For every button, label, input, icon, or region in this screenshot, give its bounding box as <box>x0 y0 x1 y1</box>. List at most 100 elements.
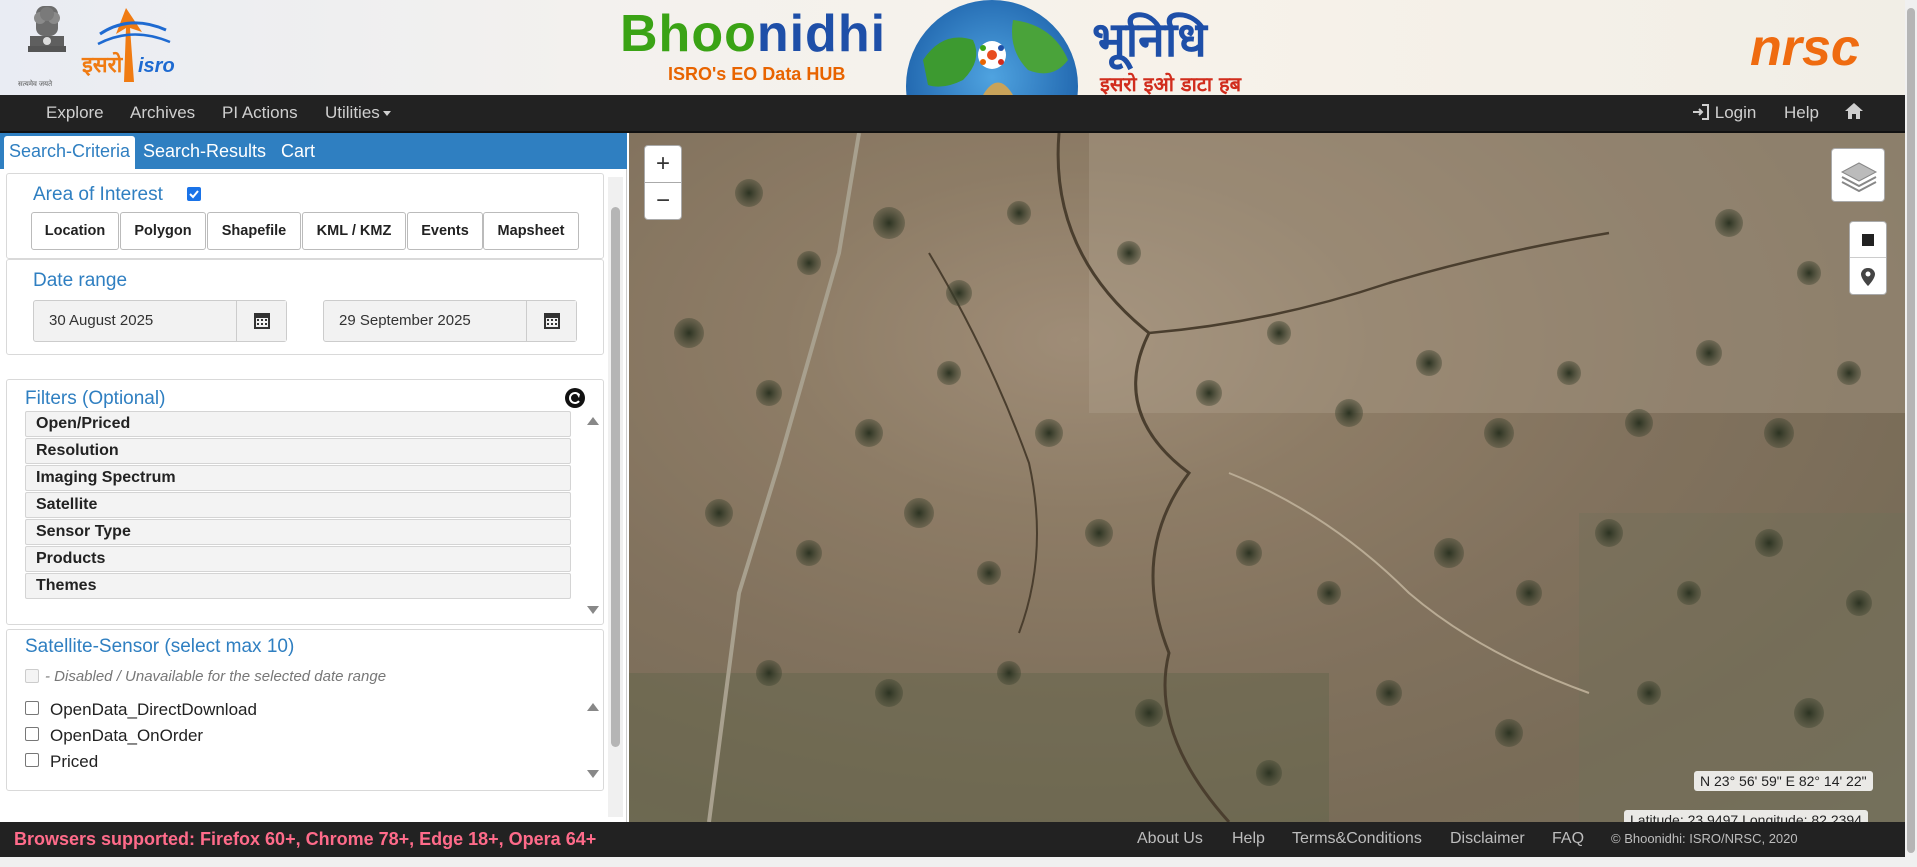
reset-icon <box>569 392 580 404</box>
opendata-directdownload-checkbox[interactable] <box>25 701 39 715</box>
date-from-value: 30 August 2025 <box>49 312 154 329</box>
site-header: सत्यमेव जयते इसरो isro Bhoonidhi ISRO's … <box>0 0 1917 95</box>
filter-imaging-spectrum[interactable]: Imaging Spectrum <box>25 465 571 491</box>
nav-login[interactable]: Login <box>1692 95 1756 131</box>
coordinates-dms: N 23° 56' 59" E 82° 14' 22" <box>1694 771 1873 791</box>
map-pin-icon <box>1861 268 1875 286</box>
draw-toolbar <box>1849 221 1887 295</box>
draw-marker-button[interactable] <box>1850 259 1886 295</box>
filter-satellite[interactable]: Satellite <box>25 492 571 518</box>
nav-login-label: Login <box>1714 103 1757 122</box>
aoi-polygon-button[interactable]: Polygon <box>120 212 206 250</box>
ashoka-emblem-icon <box>28 6 66 52</box>
satellite-imagery <box>629 133 1905 822</box>
aoi-title: Area of Interest <box>33 184 163 205</box>
svg-text:isro: isro <box>138 55 175 77</box>
filter-products[interactable]: Products <box>25 546 571 572</box>
nav-explore[interactable]: Explore <box>46 95 104 131</box>
filter-resolution[interactable]: Resolution <box>25 438 571 464</box>
filter-open-priced[interactable]: Open/Priced <box>25 411 571 437</box>
filters-section: Filters (Optional) Open/Priced Resolutio… <box>6 379 604 625</box>
search-panel: Search-Criteria Search-Results Cart Area… <box>0 133 627 822</box>
home-icon <box>1845 103 1863 119</box>
priced-label[interactable]: Priced <box>50 752 98 772</box>
scroll-up-icon[interactable] <box>587 703 599 711</box>
page-scrollbar-horizontal[interactable] <box>0 857 1905 867</box>
date-to-field[interactable]: 29 September 2025 <box>323 300 577 342</box>
disabled-legend-note: - Disabled / Unavailable for the selecte… <box>45 668 387 685</box>
opendata-directdownload-label[interactable]: OpenData_DirectDownload <box>50 700 257 720</box>
reset-filters-button[interactable] <box>565 388 585 408</box>
filter-sensor-type[interactable]: Sensor Type <box>25 519 571 545</box>
date-from-calendar-button[interactable] <box>236 301 286 341</box>
satellite-sensor-title: Satellite-Sensor (select max 10) <box>25 636 295 657</box>
login-icon <box>1693 104 1709 120</box>
aoi-shapefile-button[interactable]: Shapefile <box>207 212 301 250</box>
date-to-value: 29 September 2025 <box>339 312 471 329</box>
brand-logo: Bhoonidhi <box>620 4 886 64</box>
filters-title: Filters (Optional) <box>25 388 166 409</box>
nrsc-logo: nrsc <box>1750 19 1860 77</box>
date-range-section: Date range 30 August 2025 29 September 2… <box>6 259 604 355</box>
date-from-field[interactable]: 30 August 2025 <box>33 300 287 342</box>
scroll-down-icon[interactable] <box>587 606 599 614</box>
main-navbar: Explore Archives PI Actions Utilities Lo… <box>0 95 1905 133</box>
zoom-out-button[interactable]: − <box>644 182 682 220</box>
date-range-title: Date range <box>33 270 128 291</box>
footer-help[interactable]: Help <box>1232 822 1265 855</box>
footer: Browsers supported: Firefox 60+, Chrome … <box>0 822 1905 857</box>
tab-cart[interactable]: Cart <box>276 136 320 169</box>
aoi-events-button[interactable]: Events <box>407 212 483 250</box>
calendar-icon <box>544 313 560 329</box>
nav-help[interactable]: Help <box>1784 95 1819 131</box>
square-draw-icon <box>1862 234 1874 246</box>
brand-part-2: nidhi <box>756 5 887 63</box>
panel-scrollbar-thumb[interactable] <box>611 207 620 747</box>
tab-search-results[interactable]: Search-Results <box>138 136 271 169</box>
draw-rectangle-button[interactable] <box>1850 222 1886 258</box>
aoi-mapsheet-button[interactable]: Mapsheet <box>483 212 579 250</box>
satellite-sensor-section: Satellite-Sensor (select max 10) - Disab… <box>6 629 604 791</box>
filter-themes[interactable]: Themes <box>25 573 571 599</box>
footer-faq[interactable]: FAQ <box>1552 822 1584 855</box>
nav-pi-actions[interactable]: PI Actions <box>222 95 298 131</box>
aoi-checkbox[interactable] <box>187 187 201 201</box>
opendata-onorder-label[interactable]: OpenData_OnOrder <box>50 726 203 746</box>
panel-tabs: Search-Criteria Search-Results Cart <box>0 133 627 169</box>
nav-home[interactable] <box>1844 95 1864 131</box>
aoi-section: Area of Interest Location Polygon Shapef… <box>6 173 604 259</box>
tab-search-criteria[interactable]: Search-Criteria <box>4 136 136 169</box>
brand-hindi-tagline: इसरो इओ डाटा हब <box>1100 72 1242 95</box>
opendata-onorder-checkbox[interactable] <box>25 727 39 741</box>
coordinates-decimal: Latitude: 23.9497 Longitude: 82.2394 <box>1624 810 1868 822</box>
nav-utilities-dropdown[interactable]: Utilities <box>325 95 391 131</box>
footer-copyright: © Bhoonidhi: ISRO/NRSC, 2020 <box>1611 831 1798 846</box>
aoi-location-button[interactable]: Location <box>31 212 119 250</box>
browsers-supported-notice: Browsers supported: Firefox 60+, Chrome … <box>14 829 597 849</box>
calendar-icon <box>254 313 270 329</box>
layers-button[interactable] <box>1831 148 1885 202</box>
footer-terms[interactable]: Terms&Conditions <box>1292 822 1422 855</box>
nav-utilities-label: Utilities <box>325 103 380 122</box>
zoom-in-button[interactable]: + <box>644 145 682 183</box>
page-scrollbar-thumb[interactable] <box>1907 8 1915 853</box>
scroll-up-icon[interactable] <box>587 417 599 425</box>
map-view[interactable]: + − N 23° 56' 59" E 82° 14' 22" Latitude… <box>629 133 1905 822</box>
brand-hindi: भूनिधि <box>1092 12 1207 68</box>
panel-scrollbar[interactable] <box>608 177 623 817</box>
priced-checkbox[interactable] <box>25 753 39 767</box>
page-scrollbar-vertical[interactable] <box>1905 0 1917 867</box>
chevron-down-icon <box>382 111 391 117</box>
brand-tagline: ISRO's EO Data HUB <box>668 64 846 84</box>
footer-about-us[interactable]: About Us <box>1137 822 1203 855</box>
date-to-calendar-button[interactable] <box>526 301 576 341</box>
scroll-down-icon[interactable] <box>587 770 599 778</box>
footer-disclaimer[interactable]: Disclaimer <box>1450 822 1525 855</box>
brand-part-1: Bhoo <box>620 5 757 63</box>
emblem-caption: सत्यमेव जयते <box>18 81 53 88</box>
aoi-kml-button[interactable]: KML / KMZ <box>302 212 406 250</box>
nav-archives[interactable]: Archives <box>130 95 195 131</box>
check-icon <box>189 190 199 199</box>
isro-logo-icon: इसरो isro <box>81 8 175 82</box>
svg-text:इसरो: इसरो <box>81 51 124 78</box>
